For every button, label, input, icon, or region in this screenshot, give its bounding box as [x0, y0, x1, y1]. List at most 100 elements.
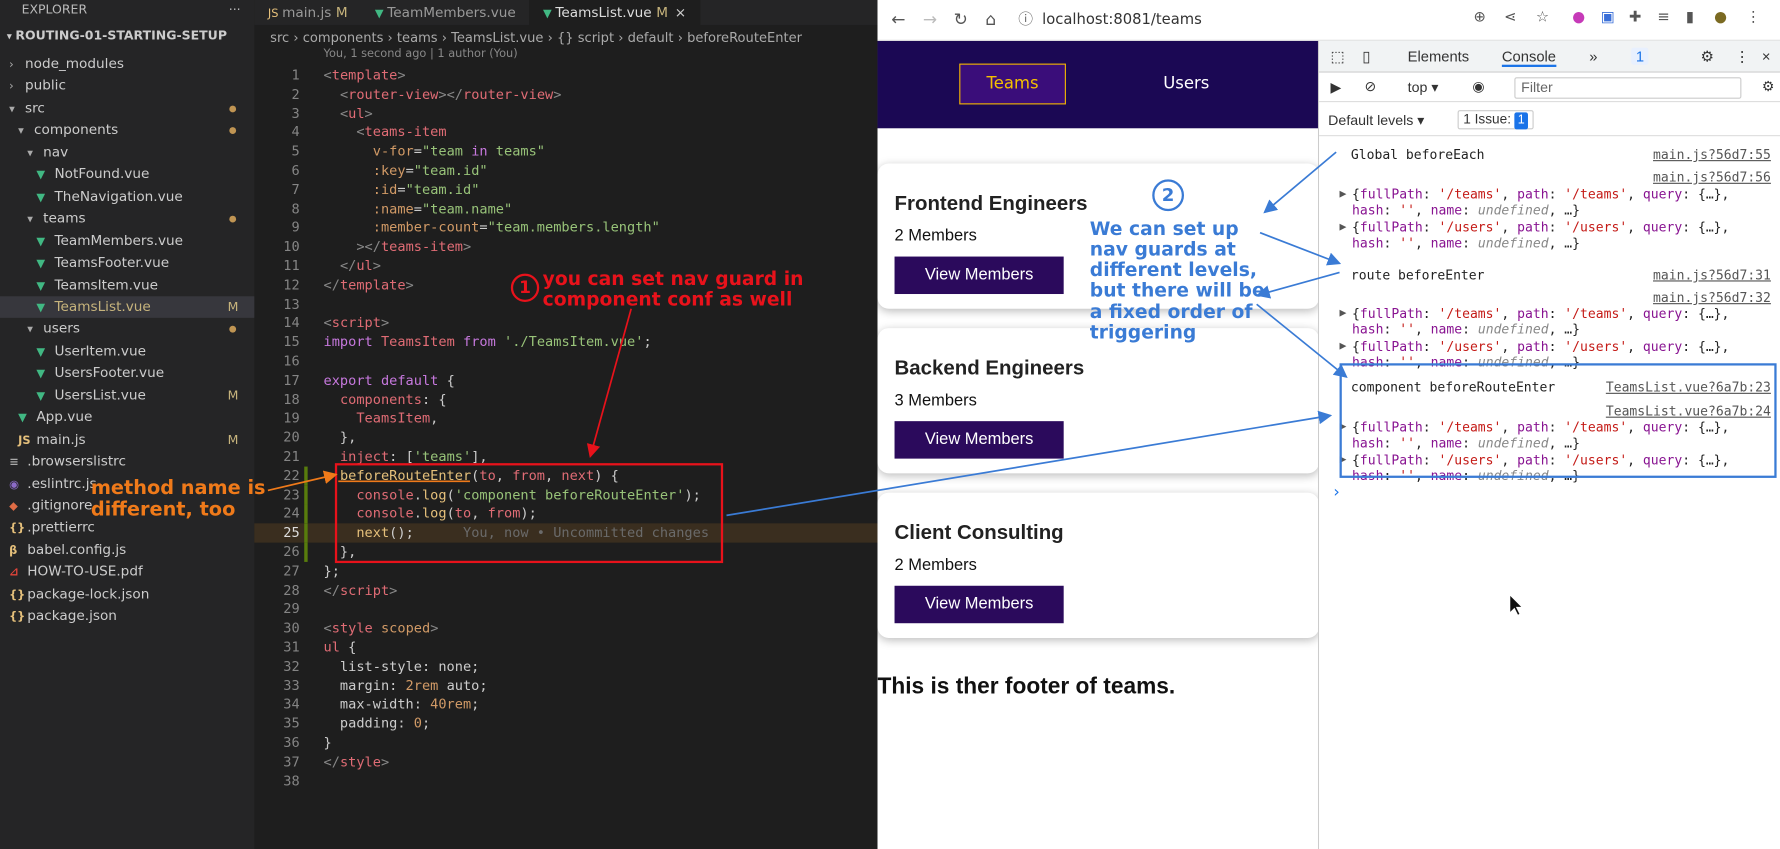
- code-line[interactable]: 8 :name="team.name": [254, 199, 877, 218]
- expand-triangle-icon[interactable]: ▶: [1340, 308, 1347, 318]
- nav-teams-link[interactable]: Teams: [959, 63, 1066, 105]
- code-line[interactable]: 29: [254, 600, 877, 619]
- view-members-button[interactable]: View Members: [894, 421, 1064, 459]
- back-icon[interactable]: ←: [891, 9, 905, 29]
- tab-console[interactable]: Console: [1501, 48, 1557, 67]
- code-line[interactable]: 4 <teams-item: [254, 123, 877, 142]
- sidebar-toggle-icon[interactable]: ▶: [1330, 78, 1341, 95]
- puzzle-icon[interactable]: ✚: [1629, 9, 1641, 26]
- more-tabs-icon[interactable]: »: [1589, 48, 1597, 65]
- code-line[interactable]: 1 <template>: [254, 66, 877, 85]
- file-item[interactable]: ▼ TeamMembers.vue: [0, 230, 254, 252]
- code-line[interactable]: 36}: [254, 733, 877, 752]
- folder-nav[interactable]: ▾ nav: [0, 142, 254, 164]
- inspect-icon[interactable]: ⬚: [1330, 48, 1344, 66]
- expand-triangle-icon[interactable]: ▶: [1340, 221, 1347, 231]
- breadcrumb[interactable]: src › components › teams › TeamsList.vue…: [254, 26, 877, 49]
- log-object[interactable]: {fullPath: '/users', path: '/users', que…: [1352, 219, 1729, 235]
- star-icon[interactable]: ☆: [1536, 9, 1549, 26]
- git-blame-lens[interactable]: You, 1 second ago | 1 author (You): [324, 48, 518, 66]
- code-line[interactable]: 14 <script>: [254, 314, 877, 333]
- folder-components[interactable]: ▾ components: [0, 120, 254, 142]
- log-source-link[interactable]: main.js?56d7:56: [1653, 169, 1771, 185]
- code-line[interactable]: 3 <ul>: [254, 104, 877, 123]
- project-root[interactable]: ▾ ROUTING-01-STARTING-SETUP: [0, 19, 254, 53]
- nav-users-link[interactable]: Users: [1141, 64, 1232, 105]
- zoom-icon[interactable]: ⊕: [1473, 9, 1485, 26]
- console-settings-icon[interactable]: ⚙: [1762, 77, 1775, 94]
- extension-icon[interactable]: ●: [1572, 9, 1585, 26]
- translate-icon[interactable]: ▣: [1601, 9, 1615, 26]
- code-line[interactable]: 31 ul {: [254, 638, 877, 657]
- home-icon[interactable]: ⌂: [985, 9, 996, 29]
- tab-main-js[interactable]: JS main.js M: [254, 0, 361, 25]
- folder-teams[interactable]: ▾ teams: [0, 208, 254, 230]
- settings-icon[interactable]: ⚙: [1701, 48, 1714, 66]
- code-line[interactable]: 16: [254, 352, 877, 371]
- log-object[interactable]: {fullPath: '/users', path: '/users', que…: [1352, 338, 1729, 354]
- code-line[interactable]: 17 export default {: [254, 371, 877, 390]
- code-line[interactable]: 18 components: {: [254, 390, 877, 409]
- code-line[interactable]: 7 :id="team.id": [254, 180, 877, 199]
- folder-node_modules[interactable]: › node_modules: [0, 53, 254, 75]
- kebab-icon[interactable]: ⋮: [1735, 48, 1750, 66]
- code-line[interactable]: 34 max-width: 40rem;: [254, 695, 877, 714]
- code-line[interactable]: 27};: [254, 562, 877, 581]
- close-icon[interactable]: ×: [1762, 48, 1771, 65]
- code-line[interactable]: 30 <style scoped>: [254, 619, 877, 638]
- file-item[interactable]: ▼ UsersFooter.vue: [0, 362, 254, 384]
- code-line[interactable]: 15 import TeamsItem from './TeamsItem.vue…: [254, 333, 877, 352]
- file-item[interactable]: ▼ UsersList.vue M: [0, 385, 254, 407]
- tab-elements[interactable]: Elements: [1408, 48, 1470, 65]
- file-item[interactable]: {} package.json: [0, 605, 254, 627]
- device-toolbar-icon[interactable]: ▯: [1362, 48, 1370, 66]
- log-object[interactable]: {fullPath: '/teams', path: '/teams', que…: [1352, 305, 1729, 321]
- tab-teammembers-vue[interactable]: ▼ TeamMembers.vue: [361, 0, 529, 25]
- code-line[interactable]: 6 :key="team.id": [254, 161, 877, 180]
- url-field[interactable]: ⓘ localhost:8081/teams: [1018, 7, 1449, 34]
- info-icon[interactable]: ⓘ: [1018, 11, 1033, 28]
- file-item[interactable]: ⊿ HOW-TO-USE.pdf: [0, 561, 254, 583]
- file-item[interactable]: ▼ TheNavigation.vue: [0, 186, 254, 208]
- context-select[interactable]: top ▾: [1408, 78, 1439, 95]
- issues-button[interactable]: 1 Issue: 1: [1457, 110, 1534, 130]
- reload-icon[interactable]: ↻: [954, 9, 968, 29]
- code-line[interactable]: 10 ></teams-item>: [254, 237, 877, 256]
- file-item[interactable]: ▼ TeamsItem.vue: [0, 274, 254, 296]
- eye-icon[interactable]: ◉: [1472, 77, 1484, 94]
- code-line[interactable]: 28 </script>: [254, 581, 877, 600]
- code-line[interactable]: 35 padding: 0;: [254, 714, 877, 733]
- tab-teamslist-vue[interactable]: ▼ TeamsList.vue M ×: [529, 0, 700, 25]
- log-source-link[interactable]: main.js?56d7:31: [1653, 267, 1771, 283]
- expand-triangle-icon[interactable]: ▶: [1340, 341, 1347, 351]
- console-prompt[interactable]: ›: [1332, 484, 1342, 502]
- folder-src[interactable]: ▾ src: [0, 98, 254, 120]
- file-item[interactable]: ▼ App.vue: [0, 407, 254, 429]
- file-item[interactable]: ▼ TeamsList.vue M: [0, 296, 255, 319]
- menu-icon[interactable]: ⋮: [1746, 9, 1761, 26]
- file-item[interactable]: ▼ UserItem.vue: [0, 340, 254, 362]
- filter-input[interactable]: Filter: [1514, 77, 1742, 99]
- issues-badge[interactable]: 1: [1631, 47, 1649, 65]
- code-line[interactable]: 38: [254, 771, 877, 790]
- file-item[interactable]: ▼ NotFound.vue: [0, 164, 254, 186]
- code-line[interactable]: 2 <router-view></router-view>: [254, 85, 877, 104]
- log-source-link[interactable]: main.js?56d7:32: [1653, 289, 1771, 305]
- code-line[interactable]: 5 v-for="team in teams": [254, 142, 877, 161]
- view-members-button[interactable]: View Members: [894, 585, 1064, 624]
- forward-icon[interactable]: →: [923, 9, 937, 29]
- sidepanel-icon[interactable]: ▮: [1686, 9, 1694, 26]
- clear-console-icon[interactable]: ⊘: [1365, 77, 1377, 94]
- file-item[interactable]: β babel.config.js: [0, 539, 254, 561]
- code-editor[interactable]: 1 <template> 2 <router-view></router-view>…: [254, 66, 878, 849]
- code-line[interactable]: 19 TeamsItem,: [254, 409, 877, 428]
- folder-public[interactable]: › public: [0, 75, 254, 97]
- levels-select[interactable]: Default levels ▾: [1328, 111, 1424, 128]
- folder-users[interactable]: ▾ users: [0, 318, 254, 340]
- log-source-link[interactable]: main.js?56d7:55: [1653, 146, 1771, 162]
- more-actions-icon[interactable]: ···: [229, 2, 241, 17]
- tab-search-icon[interactable]: ≡: [1657, 9, 1669, 26]
- file-item[interactable]: ▼ TeamsFooter.vue: [0, 252, 254, 274]
- log-object[interactable]: {fullPath: '/teams', path: '/teams', que…: [1352, 186, 1729, 202]
- file-item[interactable]: ≡ .browserslistrc: [0, 451, 254, 473]
